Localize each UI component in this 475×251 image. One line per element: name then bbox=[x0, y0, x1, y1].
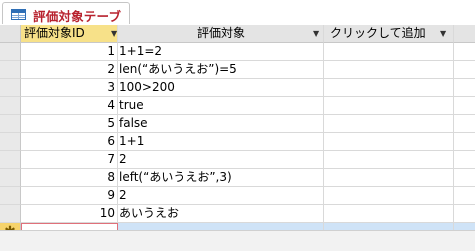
table-row: 7 2 bbox=[0, 151, 475, 169]
row-filler bbox=[454, 97, 475, 115]
datasheet-grid: 評価対象ID ▼ 評価対象 ▼ クリックして追加 ▼ 1 1+1=2 2 len… bbox=[0, 25, 475, 241]
chevron-down-icon[interactable]: ▼ bbox=[111, 25, 117, 42]
cell-empty[interactable] bbox=[324, 133, 454, 151]
cell-target[interactable]: true bbox=[118, 97, 324, 115]
cell-id[interactable]: 4 bbox=[21, 97, 118, 115]
table-row: 8 left(“あいうえお”,3) bbox=[0, 169, 475, 187]
column-header-target-label: 評価対象 bbox=[196, 26, 245, 40]
column-header-id-label: 評価対象ID bbox=[24, 26, 85, 40]
cell-target[interactable]: 2 bbox=[118, 151, 324, 169]
cell-id[interactable]: 6 bbox=[21, 133, 118, 151]
table-row: 10 あいうえお bbox=[0, 205, 475, 223]
table-row: 6 1+1 bbox=[0, 133, 475, 151]
row-filler bbox=[454, 169, 475, 187]
cell-target[interactable]: len(“あいうえお”)=5 bbox=[118, 61, 324, 79]
table-row: 5 false bbox=[0, 115, 475, 133]
row-filler bbox=[454, 133, 475, 151]
row-selector[interactable] bbox=[0, 205, 21, 223]
cell-target[interactable]: left(“あいうえお”,3) bbox=[118, 169, 324, 187]
row-filler bbox=[454, 115, 475, 133]
cell-empty[interactable] bbox=[324, 169, 454, 187]
cell-empty[interactable] bbox=[324, 79, 454, 97]
row-selector[interactable] bbox=[0, 169, 21, 187]
cell-empty[interactable] bbox=[324, 151, 454, 169]
table-row: 4 true bbox=[0, 97, 475, 115]
column-header-id[interactable]: 評価対象ID ▼ bbox=[21, 25, 118, 43]
document-tab-strip: 評価対象テーブル bbox=[0, 0, 475, 43]
row-selector[interactable] bbox=[0, 115, 21, 133]
cell-id[interactable]: 9 bbox=[21, 187, 118, 205]
header-filler bbox=[454, 25, 475, 43]
tab-table[interactable]: 評価対象テーブル bbox=[2, 2, 130, 43]
row-selector[interactable] bbox=[0, 43, 21, 61]
select-all-corner[interactable] bbox=[0, 25, 21, 43]
chevron-down-icon[interactable]: ▼ bbox=[440, 25, 446, 42]
row-filler bbox=[454, 151, 475, 169]
table-row: 9 2 bbox=[0, 187, 475, 205]
cell-id[interactable]: 3 bbox=[21, 79, 118, 97]
grid-bottom-area bbox=[0, 230, 475, 251]
row-selector[interactable] bbox=[0, 79, 21, 97]
column-header-add[interactable]: クリックして追加 ▼ bbox=[324, 25, 454, 43]
row-filler bbox=[454, 61, 475, 79]
row-filler bbox=[454, 43, 475, 61]
row-filler bbox=[454, 205, 475, 223]
cell-id[interactable]: 5 bbox=[21, 115, 118, 133]
cell-id[interactable]: 7 bbox=[21, 151, 118, 169]
cell-empty[interactable] bbox=[324, 115, 454, 133]
cell-empty[interactable] bbox=[324, 61, 454, 79]
cell-target[interactable]: false bbox=[118, 115, 324, 133]
table-row: 1 1+1=2 bbox=[0, 43, 475, 61]
cell-id[interactable]: 10 bbox=[21, 205, 118, 223]
row-selector[interactable] bbox=[0, 187, 21, 205]
column-header-target[interactable]: 評価対象 ▼ bbox=[118, 25, 324, 43]
cell-target[interactable]: あいうえお bbox=[118, 205, 324, 223]
cell-id[interactable]: 1 bbox=[21, 43, 118, 61]
table-row: 2 len(“あいうえお”)=5 bbox=[0, 61, 475, 79]
row-selector[interactable] bbox=[0, 133, 21, 151]
cell-target[interactable]: 100>200 bbox=[118, 79, 324, 97]
row-selector[interactable] bbox=[0, 151, 21, 169]
row-selector[interactable] bbox=[0, 97, 21, 115]
cell-empty[interactable] bbox=[324, 205, 454, 223]
table-icon bbox=[11, 9, 26, 20]
table-row: 3 100>200 bbox=[0, 79, 475, 97]
cell-target[interactable]: 2 bbox=[118, 187, 324, 205]
cell-empty[interactable] bbox=[324, 97, 454, 115]
row-filler bbox=[454, 79, 475, 97]
cell-empty[interactable] bbox=[324, 43, 454, 61]
cell-empty[interactable] bbox=[324, 187, 454, 205]
cell-id[interactable]: 8 bbox=[21, 169, 118, 187]
chevron-down-icon[interactable]: ▼ bbox=[313, 25, 319, 42]
cell-id[interactable]: 2 bbox=[21, 61, 118, 79]
row-filler bbox=[454, 187, 475, 205]
row-selector[interactable] bbox=[0, 61, 21, 79]
cell-target[interactable]: 1+1=2 bbox=[118, 43, 324, 61]
column-header-add-label: クリックして追加 bbox=[330, 26, 426, 40]
cell-target[interactable]: 1+1 bbox=[118, 133, 324, 151]
column-header-row: 評価対象ID ▼ 評価対象 ▼ クリックして追加 ▼ bbox=[0, 25, 475, 43]
